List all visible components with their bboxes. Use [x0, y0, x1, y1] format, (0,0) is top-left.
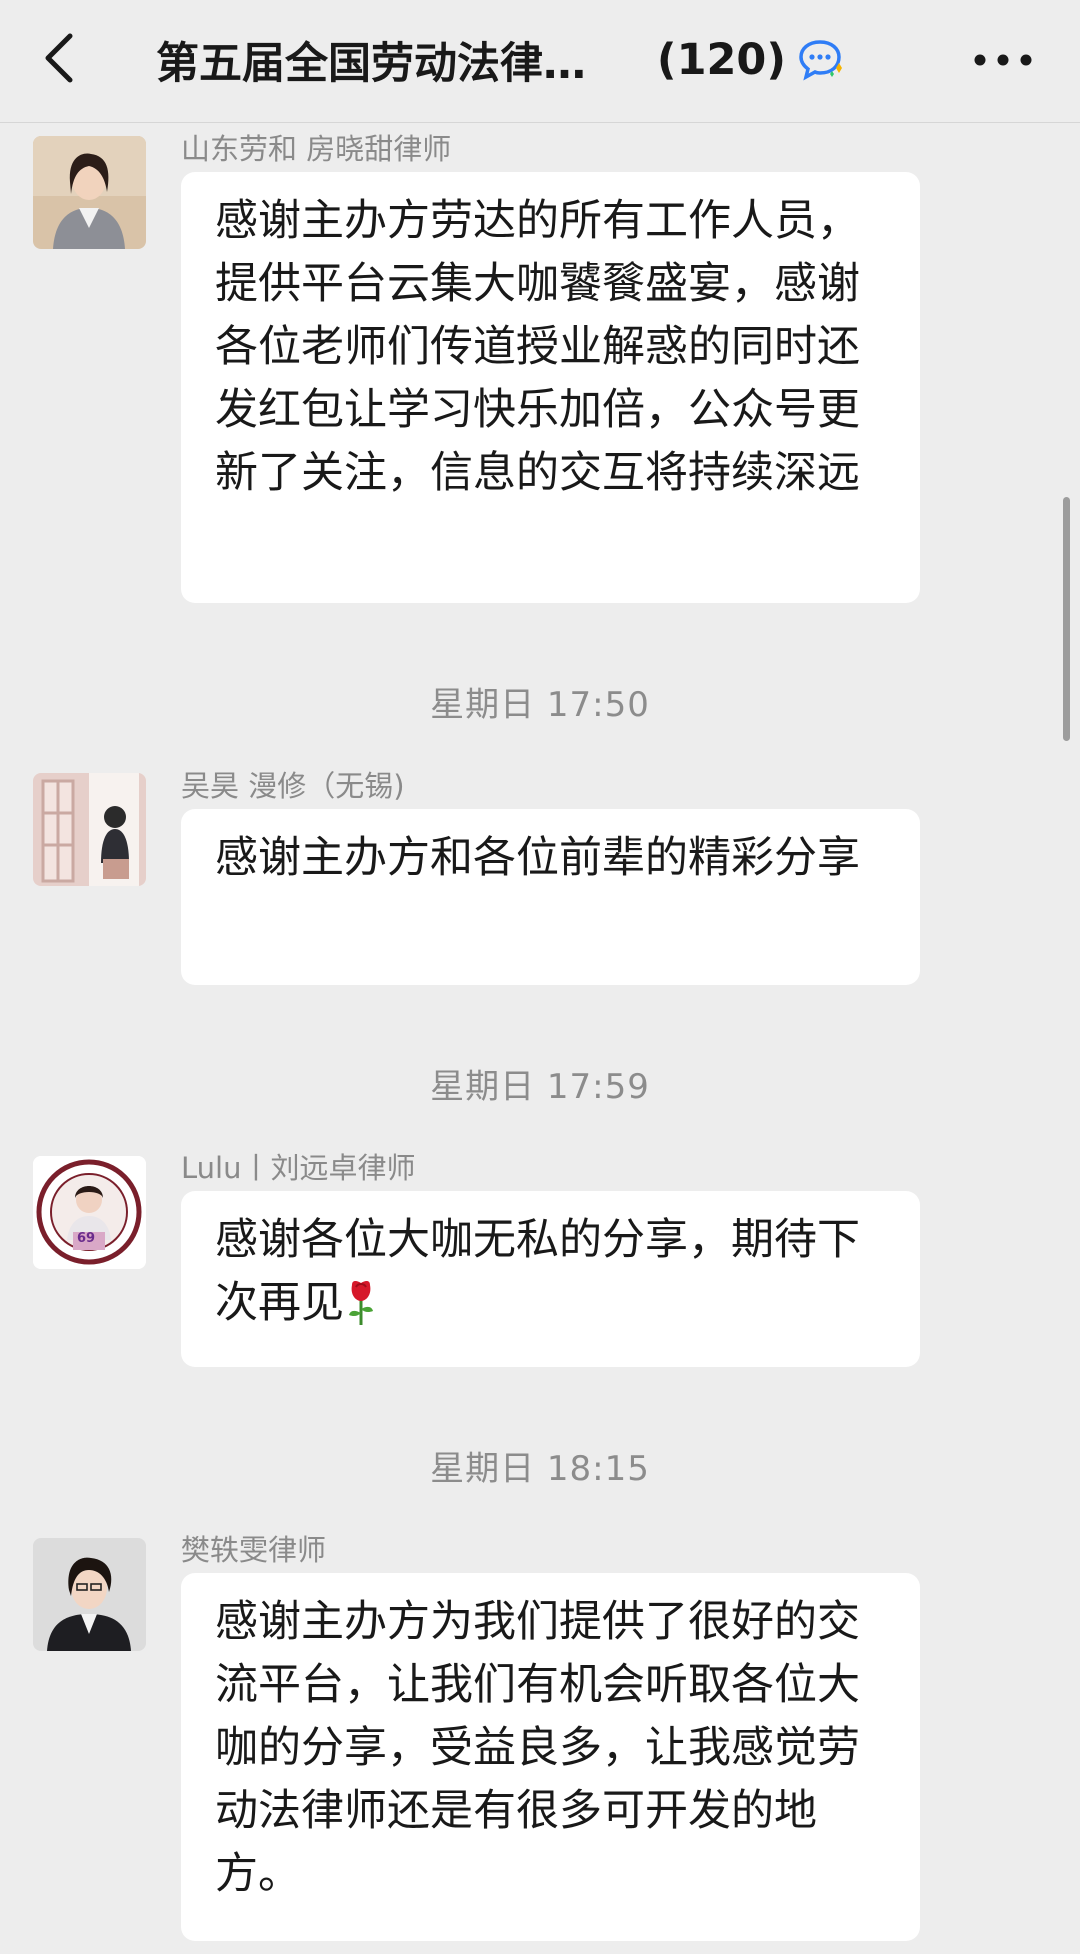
chevron-left-icon — [45, 33, 73, 83]
sender-name: Lulu丨刘远卓律师 — [181, 1151, 416, 1185]
member-count: (120) — [656, 35, 786, 85]
sender-name: 樊轶雯律师 — [181, 1533, 327, 1567]
more-button[interactable] — [970, 40, 1036, 80]
rose-emoji-icon — [349, 1281, 373, 1325]
more-dots-icon — [974, 54, 1032, 66]
group-chat-icon — [799, 40, 842, 81]
avatar-sender-1[interactable] — [33, 136, 146, 249]
sender-name: 山东劳和 房晓甜律师 — [181, 132, 452, 166]
group-name: 第五届全国劳动法律师… — [156, 39, 623, 89]
message-bubble[interactable]: 感谢主办方和各位前辈的精彩分享 — [181, 809, 920, 985]
timestamp: 星期日 18:15 — [430, 1449, 650, 1489]
message-text: 感谢主办方为我们提供了很好的交流平台，让我们有机会听取各位大咖的分享，受益良多，… — [215, 1597, 860, 1899]
message-bubble[interactable]: 感谢主办方劳达的所有工作人员，提供平台云集大咖饕餮盛宴，感谢各位老师们传道授业解… — [181, 172, 920, 603]
message-bubble[interactable]: 感谢主办方为我们提供了很好的交流平台，让我们有机会听取各位大咖的分享，受益良多，… — [181, 1573, 920, 1941]
avatar-sender-3[interactable]: 69 — [33, 1156, 146, 1269]
timestamp: 星期日 17:59 — [430, 1067, 650, 1107]
avatar-sender-4[interactable] — [33, 1538, 146, 1651]
message-text: 感谢主办方劳达的所有工作人员，提供平台云集大咖饕餮盛宴，感谢各位老师们传道授业解… — [215, 196, 860, 498]
avatar-sender-2[interactable] — [33, 773, 146, 886]
back-button[interactable] — [36, 26, 88, 90]
avatar-badge: 69 — [77, 1231, 96, 1246]
message-bubble[interactable]: 感谢各位大咖无私的分享，期待下次再见 — [181, 1191, 920, 1367]
timestamp: 星期日 17:50 — [430, 685, 650, 725]
message-text: 感谢各位大咖无私的分享，期待下次再见 — [215, 1215, 860, 1328]
chat-header: 第五届全国劳动法律师… (120) — [0, 0, 1080, 123]
chat-title-bar[interactable]: 第五届全国劳动法律师… (120) — [156, 28, 846, 92]
sender-name: 吴昊 漫修（无锡) — [181, 769, 405, 803]
message-text: 感谢主办方和各位前辈的精彩分享 — [215, 833, 860, 883]
